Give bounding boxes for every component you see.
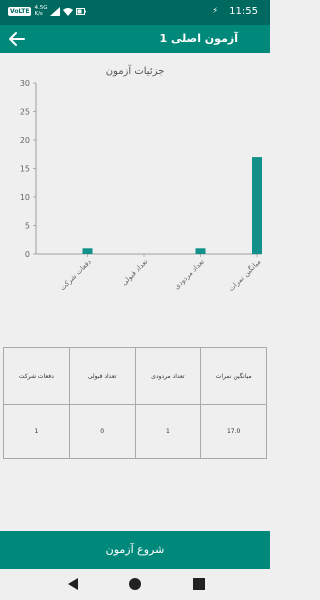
exam-details-chart: 0 5 10 15 20 25 30 دفعات شرکت تعداد قبولی تعداد م… <box>20 79 263 293</box>
value-passed: 0 <box>68 404 136 459</box>
network-speed: 4.5G K/s <box>34 5 47 17</box>
value-attempts: 1 <box>3 404 70 459</box>
page-title: آزمون اصلی 1 <box>159 32 238 45</box>
y-tick-label: 5 <box>25 222 30 231</box>
nav-home-icon[interactable] <box>128 577 142 591</box>
stats-table: دفعات شرکت تعداد قبولی تعداد مردودی میان… <box>3 347 267 459</box>
system-nav-bar <box>0 569 270 600</box>
app-bar: آزمون اصلی 1 <box>0 25 270 53</box>
status-time: 11:55 <box>229 6 258 17</box>
x-tick-label: دفعات شرکت <box>58 258 92 292</box>
status-bar: VoLTE 4.5G K/s ⚡ 11:55 <box>0 0 270 25</box>
arrow-left-icon[interactable] <box>8 30 26 48</box>
header-average: میانگین نمرات <box>200 347 267 405</box>
header-passed: تعداد قبولی <box>68 347 136 405</box>
y-tick-label: 10 <box>20 193 30 202</box>
header-failed: تعداد مردودی <box>134 347 202 405</box>
header-attempts: دفعات شرکت <box>3 347 70 405</box>
nav-back-icon[interactable] <box>66 577 80 591</box>
nav-recents-icon[interactable] <box>192 577 206 591</box>
network-speed-unit: K/s <box>34 11 43 17</box>
x-tick-label: میانگین نمرات <box>226 257 262 293</box>
charging-notification-icon: ⚡ <box>212 6 218 15</box>
start-exam-button[interactable]: شروع آزمون <box>0 531 270 569</box>
value-failed: 1 <box>134 404 202 459</box>
y-tick-label: 30 <box>20 79 30 88</box>
volte-badge: VoLTE <box>8 6 32 16</box>
x-tick-label: تعداد مردودی <box>173 258 206 291</box>
table-row: 1 0 1 17.0 <box>3 404 267 459</box>
table-header-row: دفعات شرکت تعداد قبولی تعداد مردودی میان… <box>3 347 267 405</box>
y-tick-label: 20 <box>20 136 30 145</box>
y-tick-label: 0 <box>25 250 30 259</box>
battery-icon <box>76 7 87 15</box>
y-tick-label: 15 <box>20 165 30 174</box>
value-average: 17.0 <box>200 404 267 459</box>
bar <box>195 248 206 254</box>
signal-icon <box>50 6 61 16</box>
bar <box>252 157 262 254</box>
wifi-icon <box>63 7 74 16</box>
y-tick-label: 25 <box>20 108 30 117</box>
x-tick-label: تعداد قبولی <box>120 258 149 287</box>
status-indicators: VoLTE 4.5G K/s <box>8 5 87 17</box>
bar <box>82 248 93 254</box>
